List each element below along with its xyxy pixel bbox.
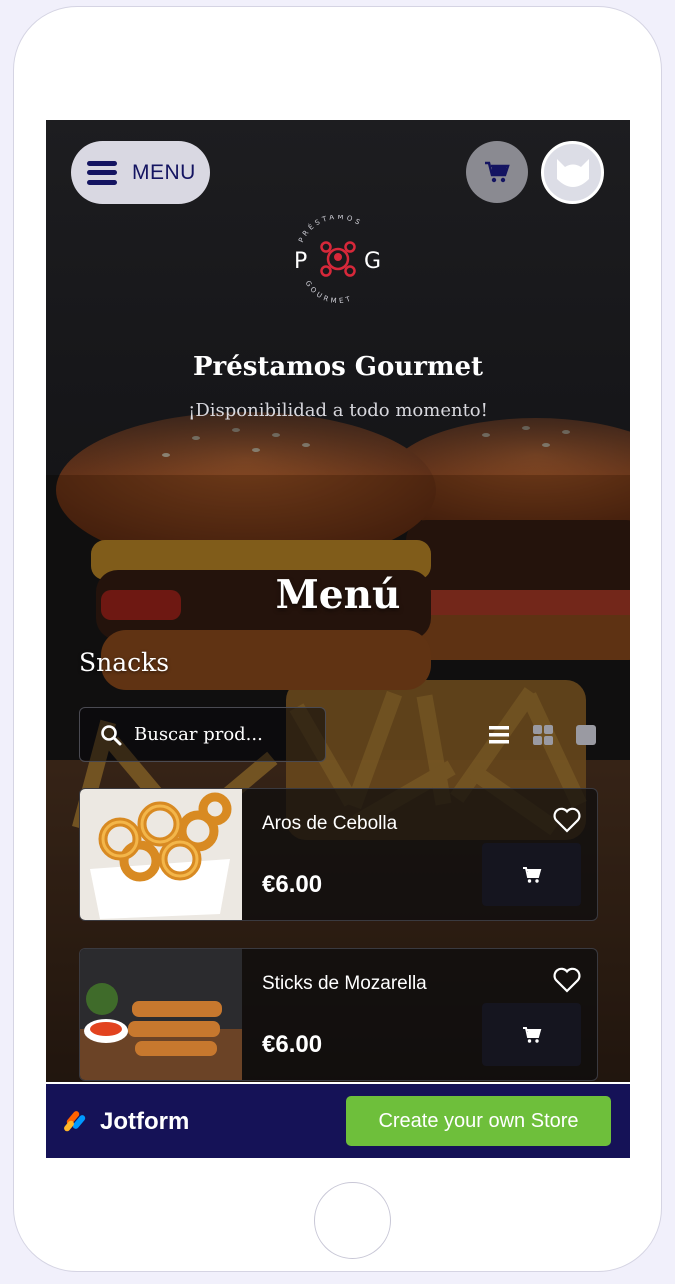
logo-letter-right: G [364,249,381,274]
product-image-mozzarella-sticks [80,949,242,1080]
profile-avatar-button[interactable] [541,141,604,204]
menu-heading: Menú [275,572,401,618]
add-to-cart-button[interactable] [482,843,581,906]
logo-bottom-text: GOURMET [304,279,352,305]
category-heading: Snacks [79,648,170,677]
logo-top-text: PRÉSTAMOS [297,215,361,244]
brand-logo: PRÉSTAMOS GOURMET P G [294,215,381,305]
cart-icon [522,1026,541,1043]
brand-title: Préstamos Gourmet [192,352,484,382]
brand-subtitle: ¡Disponibilidad a todo momento! [188,400,488,421]
jotform-footer-bar: Jotform Create your own Store [46,1082,630,1158]
search-input[interactable] [132,723,316,746]
svg-text:GOURMET: GOURMET [304,279,355,305]
jotform-brand-text: Jotform [100,1108,190,1135]
phone-home-button[interactable] [314,1182,391,1259]
menu-button-label: MENU [132,160,196,184]
cart-icon [485,161,510,183]
product-image-onion-rings [80,789,242,920]
search-icon [101,724,122,745]
add-to-cart-button[interactable] [482,1003,581,1066]
logo-letter-left: P [294,249,307,274]
product-card[interactable]: Sticks de Mozarella €6.00 [79,948,598,1081]
search-box[interactable] [79,707,326,762]
app-screen: MENU PRÉSTAMOS GOURMET P G Préstamos Gou… [46,120,630,1158]
hamburger-icon [87,160,117,185]
favorite-heart-icon[interactable] [553,967,581,993]
product-name: Aros de Cebolla [262,813,398,834]
product-price: €6.00 [262,1031,323,1058]
single-view-icon[interactable] [575,724,597,746]
svg-text:PRÉSTAMOS: PRÉSTAMOS [297,215,364,244]
avatar-icon [556,158,589,187]
cart-icon [522,866,541,883]
product-name: Sticks de Mozarella [262,973,427,994]
cart-button[interactable] [466,141,528,203]
create-store-button[interactable]: Create your own Store [346,1096,611,1146]
grid-view-icon[interactable] [532,724,554,746]
favorite-heart-icon[interactable] [553,807,581,833]
jotform-logo[interactable]: Jotform [64,1108,189,1136]
menu-button[interactable]: MENU [71,141,210,204]
list-view-icon[interactable] [488,724,510,746]
product-card[interactable]: Aros de Cebolla €6.00 [79,788,598,921]
product-price: €6.00 [262,871,323,898]
jotform-logo-icon [64,1111,86,1132]
